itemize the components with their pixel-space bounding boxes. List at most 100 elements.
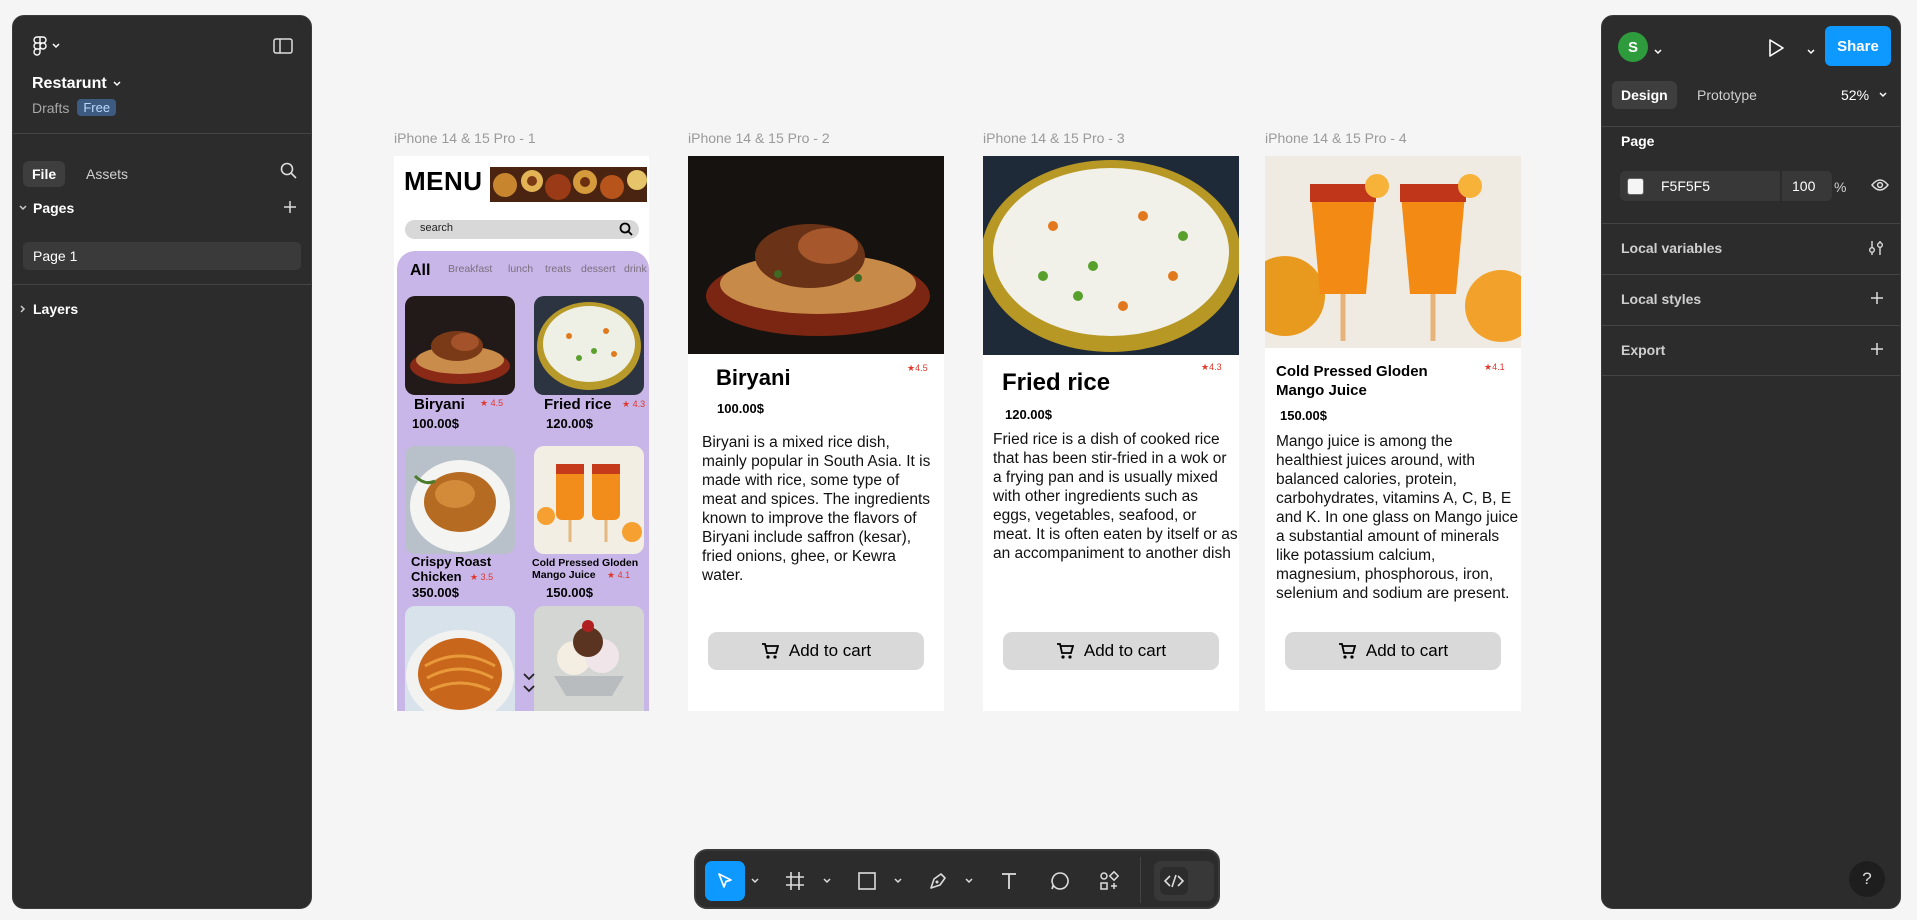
item-name: Cold Pressed Gloden Mango Juice	[1276, 363, 1428, 399]
text-tool[interactable]	[994, 861, 1024, 901]
sidebar-icon	[273, 38, 293, 54]
dev-mode-knob	[1160, 867, 1188, 895]
project-location: Drafts Free	[32, 99, 117, 116]
category-dessert[interactable]: dessert	[581, 263, 615, 275]
chevron-down-icon[interactable]	[894, 878, 902, 884]
search-input[interactable]: search	[405, 220, 639, 239]
components-icon	[1100, 871, 1119, 890]
present-button[interactable]	[1767, 38, 1785, 63]
add-export-button[interactable]	[1870, 342, 1884, 361]
add-page-button[interactable]	[283, 200, 297, 219]
visibility-toggle[interactable]	[1871, 178, 1889, 197]
rectangle-tool[interactable]	[853, 861, 881, 901]
double-chevron-down-icon	[523, 673, 535, 693]
frame-biryani-detail[interactable]: Biryani ★4.5 100.00$ Biryani is a mixed …	[688, 156, 944, 711]
mango-juice-thumbnail[interactable]	[534, 446, 644, 554]
menu-title: MENU	[404, 166, 483, 196]
item-description: Mango juice is among the healthiest juic…	[1276, 433, 1519, 602]
sliders-icon	[1869, 241, 1883, 255]
frame-tool[interactable]	[781, 861, 809, 901]
chevron-down-icon[interactable]	[751, 878, 759, 884]
add-to-cart-label: Add to cart	[1083, 641, 1167, 660]
chevron-down-icon	[19, 205, 27, 211]
add-to-cart-button[interactable]: Add to cart	[708, 632, 924, 670]
item-name: Fried rice	[1002, 369, 1111, 396]
item-description: Biryani is a mixed rice dish, mainly pop…	[702, 434, 931, 584]
frame-mango-juice-detail[interactable]: Cold Pressed Gloden Mango Juice ★4.1 150…	[1265, 156, 1521, 711]
avatar-menu-button[interactable]	[1654, 42, 1662, 60]
frame-label[interactable]: iPhone 14 & 15 Pro - 2	[688, 130, 830, 146]
share-button[interactable]: Share	[1825, 26, 1891, 66]
category-lunch[interactable]: lunch	[508, 263, 533, 275]
move-tool[interactable]	[705, 861, 745, 901]
frame-label[interactable]: iPhone 14 & 15 Pro - 3	[983, 130, 1125, 146]
chevron-down-icon	[1807, 49, 1815, 55]
add-to-cart-button[interactable]: Add to cart	[1003, 632, 1219, 670]
drafts-label[interactable]: Drafts	[32, 100, 69, 116]
noodles-thumbnail[interactable]	[405, 606, 515, 711]
project-name: Restarunt	[32, 75, 107, 92]
zoom-level: 52%	[1841, 87, 1870, 103]
item-rating: ★4.5	[907, 363, 928, 373]
color-hex-value[interactable]: F5F5F5	[1661, 178, 1710, 194]
item-rating: ★4.1	[1484, 362, 1505, 372]
category-drink[interactable]: drink	[624, 263, 647, 275]
chevron-down-icon[interactable]	[823, 878, 831, 884]
zoom-dropdown[interactable]: 52%	[1841, 87, 1887, 103]
item-rating: ★ 3.5	[470, 572, 494, 582]
project-name-dropdown[interactable]: Restarunt	[32, 75, 121, 93]
roast-chicken-thumbnail[interactable]	[405, 446, 515, 554]
divider	[13, 284, 311, 285]
dev-mode-toggle[interactable]	[1154, 861, 1214, 901]
play-icon	[1769, 39, 1784, 57]
page-color-field[interactable]: F5F5F5 100	[1620, 171, 1832, 201]
cart-icon	[1338, 643, 1356, 659]
layers-section-header[interactable]: Layers	[19, 301, 78, 317]
tab-file[interactable]: File	[23, 161, 66, 187]
pages-header-label: Pages	[33, 200, 75, 216]
biryani-thumbnail[interactable]	[405, 296, 515, 395]
scroll-more-button[interactable]	[522, 671, 536, 702]
frame-menu[interactable]: MENU search All Breakfast lunch treats d…	[394, 156, 649, 711]
item-price: 120.00$	[546, 416, 593, 431]
main-menu-button[interactable]	[33, 36, 60, 56]
comment-icon	[1051, 872, 1069, 890]
opacity-value[interactable]: 100	[1792, 178, 1815, 194]
variables-button[interactable]	[1868, 240, 1884, 261]
tab-prototype[interactable]: Prototype	[1697, 87, 1757, 103]
item-rating: ★4.3	[1201, 362, 1222, 372]
pages-section-header[interactable]: Pages	[19, 200, 303, 216]
tab-assets[interactable]: Assets	[86, 166, 128, 182]
tab-design[interactable]: Design	[1612, 81, 1677, 109]
ice-cream-thumbnail[interactable]	[534, 606, 644, 711]
fried-rice-thumbnail[interactable]	[534, 296, 644, 395]
category-treats[interactable]: treats	[545, 263, 571, 275]
local-styles-section[interactable]: Local styles	[1602, 274, 1900, 325]
item-price: 100.00$	[717, 401, 764, 416]
comment-tool[interactable]	[1045, 861, 1075, 901]
item-name: Biryani	[414, 396, 465, 413]
frame-fried-rice-detail[interactable]: Fried rice ★4.3 120.00$ Fried rice is a …	[983, 156, 1239, 711]
add-style-button[interactable]	[1870, 291, 1884, 310]
actions-tool[interactable]	[1094, 861, 1124, 901]
frame-label[interactable]: iPhone 14 & 15 Pro - 4	[1265, 130, 1407, 146]
pen-tool[interactable]	[924, 861, 952, 901]
present-options-button[interactable]	[1807, 42, 1815, 60]
figma-logo-icon	[33, 36, 47, 56]
category-all[interactable]: All	[410, 262, 430, 280]
export-section[interactable]: Export	[1602, 325, 1900, 376]
frame-label[interactable]: iPhone 14 & 15 Pro - 1	[394, 130, 536, 146]
add-to-cart-button[interactable]: Add to cart	[1285, 632, 1501, 670]
local-variables-section[interactable]: Local variables	[1602, 223, 1900, 274]
eye-icon	[1871, 179, 1889, 191]
color-swatch[interactable]	[1627, 178, 1644, 195]
search-layers-button[interactable]	[280, 162, 297, 184]
help-button[interactable]: ?	[1849, 861, 1885, 897]
plan-badge[interactable]: Free	[77, 99, 117, 116]
category-breakfast[interactable]: Breakfast	[448, 263, 492, 275]
chevron-down-icon[interactable]	[965, 878, 973, 884]
chevron-down-icon	[52, 43, 60, 49]
avatar[interactable]: S	[1618, 32, 1648, 62]
page-item[interactable]: Page 1	[23, 242, 301, 270]
sidebar-toggle-button[interactable]	[273, 38, 293, 59]
